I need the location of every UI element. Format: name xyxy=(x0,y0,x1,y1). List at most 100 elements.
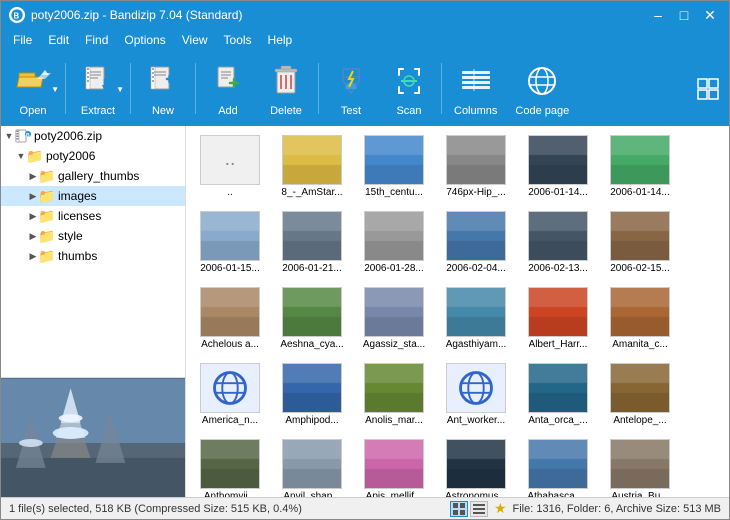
test-button[interactable]: Test xyxy=(323,55,379,122)
menu-tools[interactable]: Tools xyxy=(216,31,260,49)
file-item[interactable]: 2006-01-14... xyxy=(518,130,598,204)
tree-item-thumbs[interactable]: ▶ 📁 thumbs xyxy=(1,246,185,266)
thumbs-label: thumbs xyxy=(58,249,97,263)
file-item[interactable]: Austria_Bu... xyxy=(600,434,680,497)
add-icon xyxy=(208,61,248,101)
scan-label: Scan xyxy=(396,105,421,117)
images-label: images xyxy=(58,189,97,203)
file-item[interactable]: Anta_orca_... xyxy=(518,358,598,432)
file-name: Antelope_... xyxy=(613,415,666,427)
tree-item-style[interactable]: ▶ 📁 style xyxy=(1,226,185,246)
file-thumbnail xyxy=(446,363,506,413)
menu-edit[interactable]: Edit xyxy=(40,31,77,49)
file-item[interactable]: 2006-02-15... xyxy=(600,206,680,280)
tree-item-licenses[interactable]: ▶ 📁 licenses xyxy=(1,206,185,226)
tree-item-gallery[interactable]: ▶ 📁 gallery_thumbs xyxy=(1,166,185,186)
tree-item-poty[interactable]: ▼ 📁 poty2006 xyxy=(1,146,185,166)
columns-icon xyxy=(456,61,496,101)
view-icons xyxy=(450,501,488,517)
file-item[interactable]: 15th_centu... xyxy=(354,130,434,204)
file-thumbnail xyxy=(446,135,506,185)
file-name: 2006-01-15... xyxy=(200,263,260,275)
file-item[interactable]: Astronomus... xyxy=(436,434,516,497)
maximize-button[interactable]: □ xyxy=(673,7,695,23)
new-button[interactable]: New xyxy=(135,55,191,122)
codepage-icon xyxy=(522,61,562,101)
minimize-button[interactable]: – xyxy=(647,7,669,23)
file-grid: ....8_-_AmStar... 15th_centu... 746px-Hip_… xyxy=(190,130,725,497)
add-label: Add xyxy=(218,105,238,117)
file-thumbnail xyxy=(200,211,260,261)
zip-label: poty2006.zip xyxy=(34,129,102,143)
expand-gallery: ▶ xyxy=(27,171,39,182)
file-name: 2006-02-15... xyxy=(610,263,670,275)
file-item[interactable]: Anvil_shap... xyxy=(272,434,352,497)
file-item[interactable]: Amanita_c... xyxy=(600,282,680,356)
file-item[interactable]: America_n... xyxy=(190,358,270,432)
file-item[interactable]: Aeshna_cya... xyxy=(272,282,352,356)
extract-dropdown: ▼ xyxy=(116,85,124,94)
file-item[interactable]: Antelope_... xyxy=(600,358,680,432)
file-name: Anta_orca_... xyxy=(528,415,587,427)
grid-view-button[interactable] xyxy=(691,55,725,122)
sep4 xyxy=(318,63,319,114)
file-item[interactable]: 2006-01-15... xyxy=(190,206,270,280)
extract-button[interactable]: Extract ▼ xyxy=(70,55,126,122)
file-thumbnail xyxy=(528,439,588,489)
file-item[interactable]: 2006-02-04... xyxy=(436,206,516,280)
list-view-icon[interactable] xyxy=(470,501,488,517)
file-item[interactable]: 2006-01-21... xyxy=(272,206,352,280)
file-thumbnail xyxy=(200,287,260,337)
file-item[interactable]: 2006-01-28... xyxy=(354,206,434,280)
file-item[interactable]: 2006-02-13... xyxy=(518,206,598,280)
tree-item-zip[interactable]: ▼ B poty2006.zip xyxy=(1,126,185,146)
file-item[interactable]: 8_-_AmStar... xyxy=(272,130,352,204)
file-item[interactable]: Agasthiyam... xyxy=(436,282,516,356)
file-name: 15th_centu... xyxy=(365,187,423,199)
file-name: 2006-02-13... xyxy=(528,263,588,275)
file-thumbnail xyxy=(200,439,260,489)
file-item[interactable]: Albert_Harr... xyxy=(518,282,598,356)
file-thumbnail xyxy=(282,439,342,489)
menu-options[interactable]: Options xyxy=(116,31,173,49)
codepage-label: Code page xyxy=(515,105,569,117)
file-thumbnail xyxy=(610,439,670,489)
menu-file[interactable]: File xyxy=(5,31,40,49)
file-item[interactable]: .... xyxy=(190,130,270,204)
expand-style: ▶ xyxy=(27,231,39,242)
file-item[interactable]: Amphipod... xyxy=(272,358,352,432)
file-item[interactable]: Athabasca_... xyxy=(518,434,598,497)
folder-gallery-icon: 📁 xyxy=(39,168,55,184)
file-thumbnail: .. xyxy=(200,135,260,185)
file-thumbnail xyxy=(446,287,506,337)
open-button[interactable]: Open ▼ xyxy=(5,55,61,122)
grid-view-icon[interactable] xyxy=(450,501,468,517)
file-item[interactable]: 746px-Hip_... xyxy=(436,130,516,204)
codepage-button[interactable]: Code page xyxy=(507,55,577,122)
menu-help[interactable]: Help xyxy=(260,31,301,49)
file-item[interactable]: Agassiz_sta... xyxy=(354,282,434,356)
file-item[interactable]: Anolis_mar... xyxy=(354,358,434,432)
file-item[interactable]: Apis_mellif... xyxy=(354,434,434,497)
preview-image xyxy=(1,378,185,498)
file-item[interactable]: Ant_worker... xyxy=(436,358,516,432)
file-thumbnail xyxy=(364,135,424,185)
file-item[interactable]: 2006-01-14... xyxy=(600,130,680,204)
file-panel: ....8_-_AmStar... 15th_centu... 746px-Hip_… xyxy=(186,126,729,497)
columns-button[interactable]: Columns xyxy=(446,55,505,122)
file-thumbnail xyxy=(282,287,342,337)
file-thumbnail xyxy=(364,211,424,261)
add-button[interactable]: Add xyxy=(200,55,256,122)
scan-button[interactable]: Scan xyxy=(381,55,437,122)
file-thumbnail xyxy=(446,211,506,261)
grid-icon xyxy=(695,76,721,102)
file-item[interactable]: Achelous a... xyxy=(190,282,270,356)
delete-button[interactable]: Delete xyxy=(258,55,314,122)
file-item[interactable]: Anthomyii... xyxy=(190,434,270,497)
menu-find[interactable]: Find xyxy=(77,31,116,49)
close-button[interactable]: ✕ xyxy=(699,7,721,23)
test-label: Test xyxy=(341,105,361,117)
file-thumbnail xyxy=(528,211,588,261)
menu-view[interactable]: View xyxy=(174,31,216,49)
tree-item-images[interactable]: ▶ 📁 images xyxy=(1,186,185,206)
